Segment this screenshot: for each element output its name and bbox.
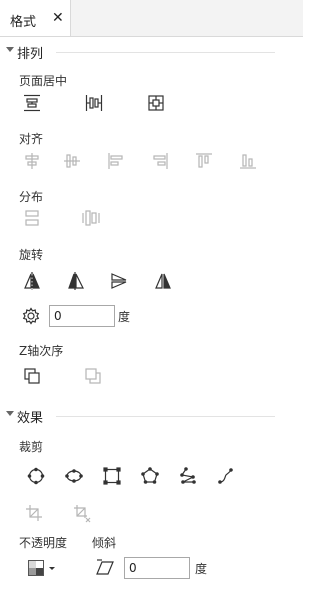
section-title: 排列 [17,47,44,62]
tab-bar: 格式 ✕ [0,0,303,37]
center-vertical-icon[interactable] [84,93,104,113]
page-center-label: 页面居中 [19,74,68,88]
bring-forward-icon[interactable] [22,366,42,386]
center-horizontal-icon[interactable] [22,93,42,113]
divider [56,416,275,417]
rotate-angle-input[interactable] [49,305,115,327]
section-effects-header[interactable]: 效果 [0,406,303,426]
crop-label: 裁剪 [19,440,44,454]
crop-clear-icon[interactable] [72,503,92,523]
align-bottom-icon[interactable] [238,151,258,171]
opacity-swatch-icon[interactable] [26,558,46,578]
rotate-unit: 度 [118,310,131,324]
tab-format[interactable]: 格式 ✕ [0,0,71,36]
tab-label: 格式 [10,15,37,30]
skew-label: 倾斜 [92,536,117,550]
center-both-icon[interactable] [146,93,166,113]
distribute-label: 分布 [19,190,44,204]
send-backward-icon[interactable] [83,366,103,386]
align-top-icon[interactable] [194,151,214,171]
close-icon[interactable]: ✕ [52,10,64,26]
chevron-down-icon[interactable] [47,558,57,578]
flip-rotate-icon[interactable] [66,271,86,291]
skew-icon [95,558,115,578]
caret-down-icon [6,411,14,416]
align-center-h-icon[interactable] [22,151,42,171]
crop-rectangle-icon[interactable] [102,466,122,486]
crop-polyline-icon[interactable] [178,466,198,486]
distribute-horizontal-icon[interactable] [81,208,101,228]
align-label: 对齐 [19,132,44,146]
mirror-icon[interactable] [153,271,173,291]
divider [56,52,275,53]
crop-ellipse-icon[interactable] [64,466,84,486]
skew-angle-input[interactable] [124,557,190,579]
section-arrange-header[interactable]: 排列 [0,42,303,62]
zorder-label: Z轴次序 [19,344,64,358]
align-left-icon[interactable] [106,151,126,171]
flip-horizontal-icon[interactable] [22,271,42,291]
crop-pentagon-icon[interactable] [140,466,160,486]
distribute-vertical-icon[interactable] [22,208,42,228]
section-title: 效果 [17,411,44,426]
align-center-v-icon[interactable] [62,151,82,171]
align-right-icon[interactable] [150,151,170,171]
flip-vertical-icon[interactable] [109,271,129,291]
crop-circle-icon[interactable] [26,466,46,486]
opacity-label: 不透明度 [19,536,68,550]
rotate-settings-icon [21,306,41,326]
crop-icon[interactable] [24,503,44,523]
skew-unit: 度 [195,562,208,576]
crop-curve-icon[interactable] [216,466,236,486]
rotate-label: 旋转 [19,248,44,262]
caret-down-icon [6,47,14,52]
